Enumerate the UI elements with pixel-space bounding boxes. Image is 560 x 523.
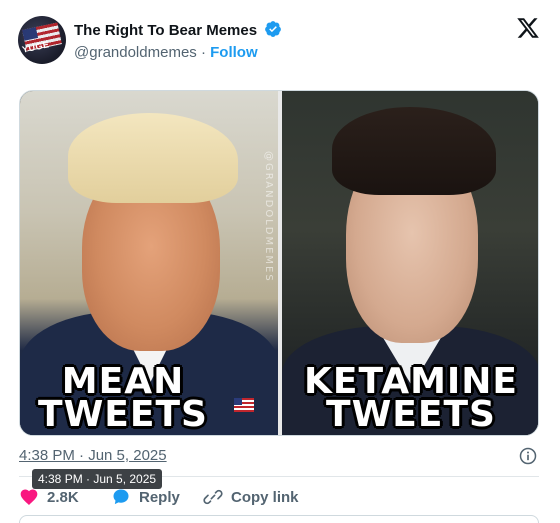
- right-caption-line-2: TWEETS: [326, 394, 496, 435]
- left-caption-line-2: TWEETS: [38, 394, 208, 435]
- handle[interactable]: @grandoldmemes: [74, 44, 197, 61]
- reply-label: Reply: [139, 488, 180, 506]
- meme-left-panel: @GRANDOLDMEMES MEAN TWEETS: [20, 91, 278, 435]
- handle-row: @grandoldmemes · Follow: [74, 44, 258, 61]
- like-count: 2.8K: [47, 488, 79, 506]
- x-logo-icon[interactable]: [516, 16, 540, 40]
- like-button[interactable]: 2.8K: [19, 486, 79, 508]
- reply-button[interactable]: Reply: [111, 486, 180, 508]
- left-caption: MEAN TWEETS: [20, 364, 252, 435]
- link-icon: [203, 489, 223, 505]
- figure-hair: [332, 107, 496, 195]
- read-replies-box[interactable]: [19, 515, 539, 523]
- copy-link-label: Copy link: [231, 488, 299, 506]
- verified-badge-icon: [265, 21, 282, 37]
- avatar[interactable]: YUGE: [18, 16, 66, 64]
- follow-link[interactable]: Follow: [210, 44, 258, 61]
- info-icon[interactable]: [518, 446, 538, 466]
- copy-link-button[interactable]: Copy link: [203, 486, 299, 508]
- figure-hair: [68, 113, 238, 203]
- right-caption: KETAMINE TWEETS: [282, 364, 538, 435]
- watermark-text: @GRANDOLDMEMES: [263, 151, 274, 283]
- tweet-media-image[interactable]: @GRANDOLDMEMES MEAN TWEETS KETAMINE TWEE…: [19, 90, 539, 436]
- embedded-tweet-card: YUGE The Right To Bear Memes @grandoldme…: [0, 0, 560, 523]
- heart-icon: [20, 489, 38, 505]
- speech-bubble-icon: [113, 489, 129, 505]
- meme-right-panel: KETAMINE TWEETS: [282, 91, 538, 435]
- display-name[interactable]: The Right To Bear Memes: [74, 22, 257, 39]
- tweet-timestamp[interactable]: 4:38 PM · Jun 5, 2025: [19, 447, 167, 464]
- tweet-actions: 2.8K Reply Copy link: [19, 486, 539, 508]
- tweet-header: YUGE The Right To Bear Memes @grandoldme…: [18, 14, 542, 66]
- display-name-row[interactable]: The Right To Bear Memes: [74, 20, 282, 39]
- separator-dot: ·: [200, 44, 206, 61]
